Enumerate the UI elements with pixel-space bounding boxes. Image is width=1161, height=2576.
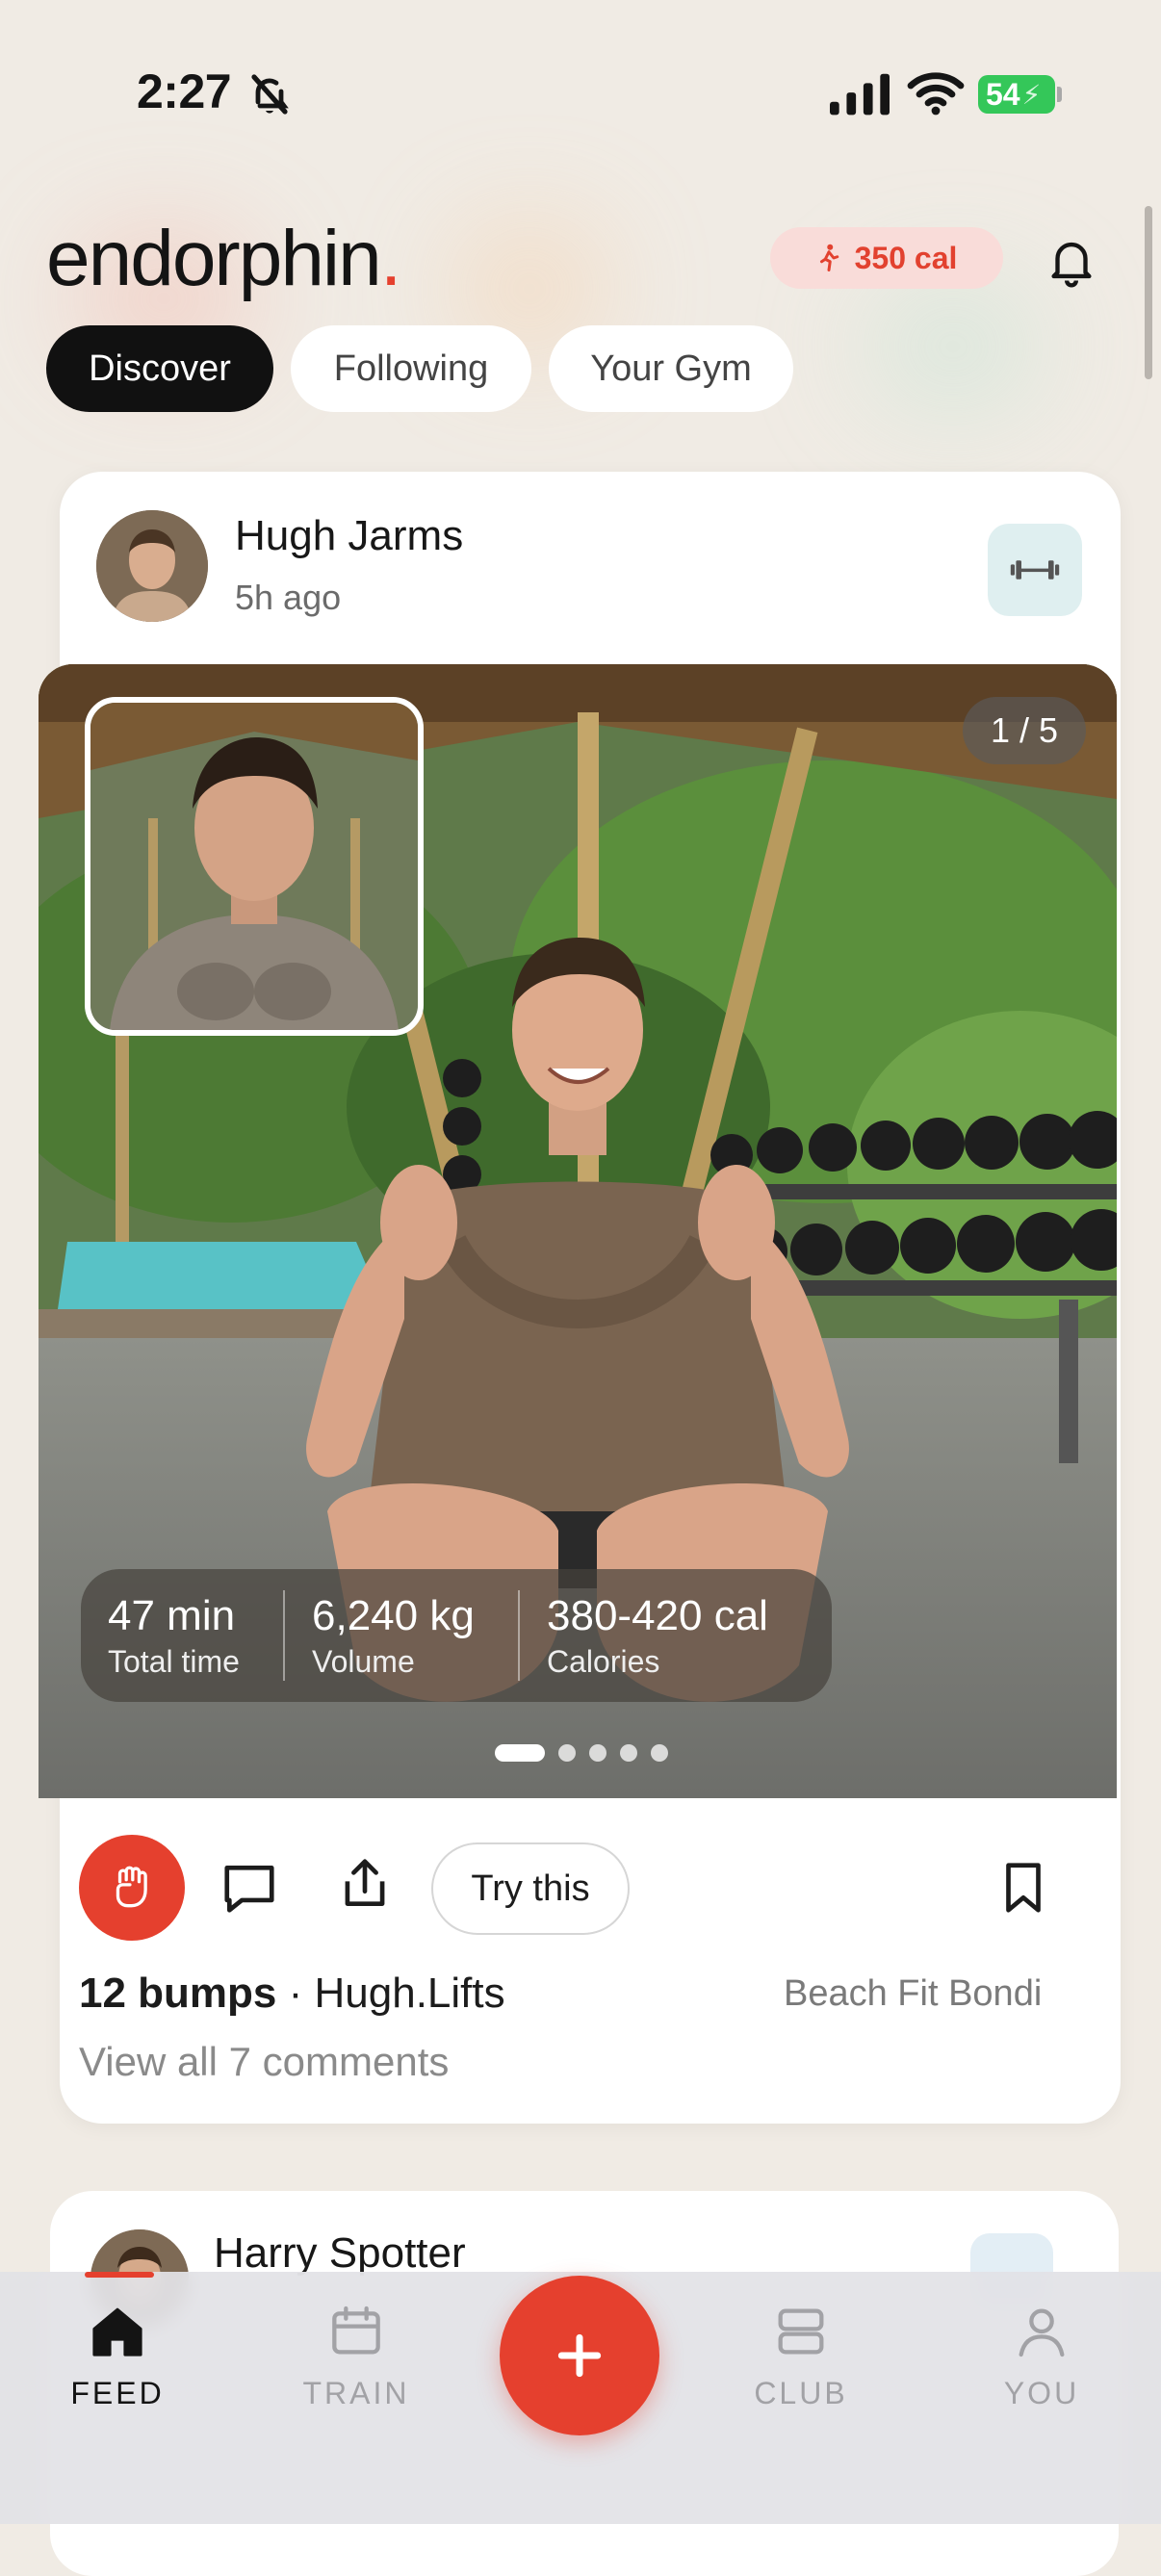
status-time: 2:27 bbox=[137, 64, 232, 118]
post-username[interactable]: Hugh.Lifts bbox=[315, 1970, 505, 2017]
stat-value: 6,240 kg bbox=[312, 1591, 475, 1639]
battery-cap bbox=[1057, 87, 1062, 102]
tab-your-gym[interactable]: Your Gym bbox=[549, 325, 793, 412]
avatar-photo bbox=[96, 510, 208, 622]
photo-pagination[interactable] bbox=[495, 1744, 668, 1762]
bookmark-icon[interactable] bbox=[993, 1858, 1053, 1918]
post-timestamp: 5h ago bbox=[235, 578, 342, 617]
bell-muted-icon bbox=[251, 74, 289, 115]
stat-calories: 380-420 cal Calories bbox=[518, 1590, 832, 1681]
fist-icon bbox=[116, 1866, 147, 1908]
person-icon bbox=[1019, 2308, 1065, 2357]
post-author-name[interactable]: Hugh Jarms bbox=[235, 512, 463, 560]
pagination-dot[interactable] bbox=[558, 1744, 576, 1762]
nav-club[interactable]: CLUB bbox=[714, 2291, 888, 2411]
cellular-signal-icon bbox=[830, 73, 890, 116]
nav-train[interactable]: TRAIN bbox=[270, 2291, 443, 2411]
selfie-inset[interactable] bbox=[85, 697, 424, 1036]
scrollbar[interactable] bbox=[1145, 206, 1152, 379]
bumps-line: 12 bumps · Hugh.Lifts bbox=[79, 1970, 505, 2018]
workout-stats-overlay: 47 min Total time 6,240 kg Volume 380-42… bbox=[81, 1569, 832, 1702]
stat-label: Volume bbox=[312, 1643, 415, 1679]
try-this-button[interactable]: Try this bbox=[431, 1842, 630, 1935]
photo-counter: 1 / 5 bbox=[963, 697, 1086, 764]
calories-badge[interactable]: 350 cal bbox=[770, 227, 1003, 289]
nav-label: CLUB bbox=[754, 2376, 848, 2410]
active-tab-indicator bbox=[85, 2272, 154, 2278]
share-icon[interactable] bbox=[335, 1854, 395, 1914]
stat-total-time: 47 min Total time bbox=[81, 1590, 283, 1681]
battery-indicator: 54 ⚡ bbox=[978, 75, 1055, 114]
author-avatar[interactable] bbox=[96, 510, 208, 622]
calories-value: 350 cal bbox=[854, 240, 958, 275]
workout-type-badge[interactable] bbox=[988, 524, 1082, 616]
walking-person-icon bbox=[819, 244, 838, 271]
bumps-count[interactable]: 12 bumps bbox=[79, 1970, 276, 2017]
tab-discover[interactable]: Discover bbox=[46, 325, 273, 412]
stat-label: Total time bbox=[108, 1643, 240, 1679]
selfie-photo bbox=[90, 703, 418, 1030]
stat-value: 47 min bbox=[108, 1591, 236, 1639]
nav-label: TRAIN bbox=[302, 2376, 410, 2410]
post-location[interactable]: Beach Fit Bondi bbox=[784, 1973, 1042, 2015]
wifi-icon bbox=[907, 72, 965, 116]
app-logo: endorphin. bbox=[46, 214, 402, 304]
nav-you[interactable]: YOU bbox=[955, 2291, 1128, 2411]
pagination-dot[interactable] bbox=[651, 1744, 668, 1762]
logo-dot: . bbox=[379, 215, 402, 302]
next-post-author-name[interactable]: Harry Spotter bbox=[214, 2229, 466, 2278]
bump-button[interactable] bbox=[79, 1835, 185, 1941]
battery-level: 54 bbox=[986, 76, 1020, 112]
logo-text: endorphin bbox=[46, 215, 382, 302]
club-icon bbox=[778, 2308, 824, 2355]
stat-value: 380-420 cal bbox=[547, 1591, 768, 1639]
separator: · bbox=[288, 1970, 303, 2017]
pagination-dot[interactable] bbox=[620, 1744, 637, 1762]
home-icon bbox=[92, 2307, 142, 2357]
bg-blob-green bbox=[866, 289, 1040, 404]
tab-following[interactable]: Following bbox=[291, 325, 531, 412]
nav-label: YOU bbox=[1003, 2376, 1080, 2410]
create-post-button[interactable] bbox=[500, 2276, 659, 2435]
nav-feed[interactable]: FEED bbox=[31, 2291, 204, 2411]
view-comments-link[interactable]: View all 7 comments bbox=[79, 2039, 449, 2085]
calendar-icon bbox=[332, 2306, 380, 2355]
stat-label: Calories bbox=[547, 1643, 660, 1679]
charging-bolt-icon: ⚡ bbox=[1021, 79, 1042, 110]
notification-bell-icon[interactable] bbox=[1044, 233, 1099, 289]
pagination-dot[interactable] bbox=[495, 1744, 545, 1762]
pagination-dot[interactable] bbox=[589, 1744, 606, 1762]
stat-volume: 6,240 kg Volume bbox=[283, 1590, 518, 1681]
dumbbell-icon bbox=[1010, 560, 1060, 580]
nav-label: FEED bbox=[70, 2376, 165, 2410]
comment-icon[interactable] bbox=[219, 1858, 279, 1918]
plus-icon bbox=[557, 2333, 602, 2378]
